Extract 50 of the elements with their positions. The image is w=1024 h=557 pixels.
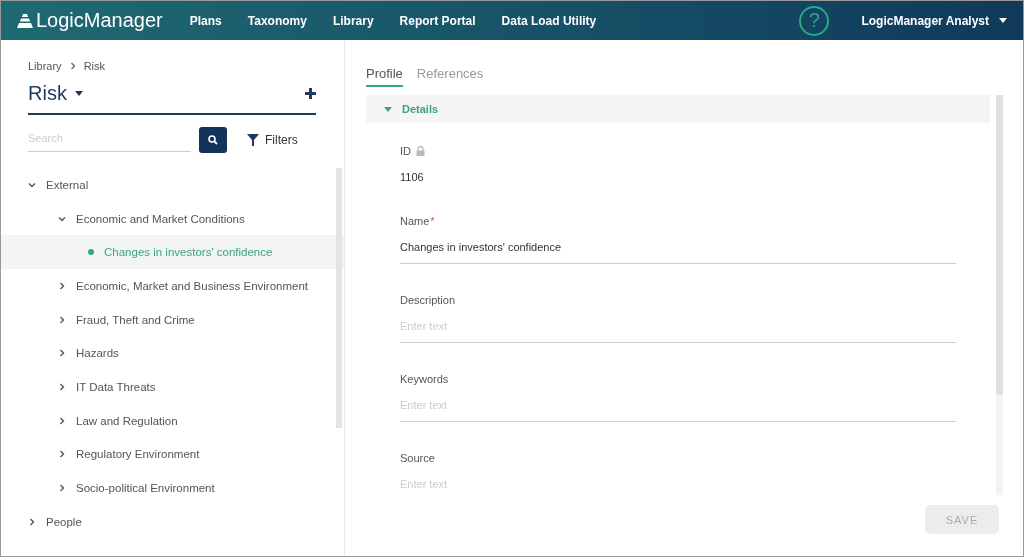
- nav-link[interactable]: Data Load Utility: [488, 13, 610, 28]
- caret-icon[interactable]: [999, 18, 1007, 23]
- tree-item[interactable]: Hazards: [1, 336, 344, 371]
- nav-link[interactable]: Report Portal: [386, 13, 489, 28]
- plus-icon[interactable]: [305, 88, 316, 99]
- field-label: Name: [400, 215, 430, 227]
- search-button[interactable]: [199, 127, 227, 153]
- tree-item[interactable]: Economic, Market and Business Environment: [1, 269, 344, 303]
- tree-item[interactable]: Economic and Market Conditions: [1, 201, 344, 236]
- tree-item[interactable]: Law and Regulation: [1, 403, 344, 438]
- tree-item[interactable]: Socio-political Environment: [1, 471, 344, 505]
- filters-button[interactable]: Filters: [241, 132, 304, 148]
- nav-link[interactable]: Taxonomy: [234, 13, 320, 28]
- bullet-icon: [88, 249, 94, 256]
- library-title[interactable]: Risk: [28, 82, 67, 105]
- caret-icon[interactable]: [74, 91, 83, 96]
- scrollbar[interactable]: [996, 95, 1003, 495]
- tree-item[interactable]: External: [1, 168, 344, 202]
- filter-icon: [247, 134, 259, 146]
- help-button[interactable]: ?: [799, 5, 830, 36]
- field-label: Description: [400, 294, 456, 306]
- chevron-right-icon[interactable]: [58, 349, 66, 358]
- tree-item[interactable]: Regulatory Environment: [1, 437, 344, 472]
- field-label: Keywords: [400, 373, 449, 385]
- field-label: Source: [400, 452, 435, 464]
- search-icon: [208, 135, 218, 145]
- field-value: 1106: [400, 171, 425, 183]
- chevron-right-icon[interactable]: [58, 382, 66, 391]
- tree-item[interactable]: Fraud, Theft and Crime: [1, 302, 344, 337]
- breadcrumb-link[interactable]: Library: [28, 60, 62, 72]
- tree-item[interactable]: People: [1, 504, 344, 539]
- user-menu[interactable]: LogicManager Analyst: [861, 13, 989, 28]
- chevron-right-icon[interactable]: [58, 281, 66, 290]
- chevron-down-icon[interactable]: [28, 180, 36, 189]
- chevron-right-icon[interactable]: [28, 517, 36, 526]
- scrollbar[interactable]: [336, 168, 342, 428]
- tab[interactable]: Profile: [366, 66, 403, 87]
- chevron-right-icon[interactable]: [58, 450, 66, 459]
- breadcrumb-current: Risk: [83, 60, 105, 72]
- nav-link[interactable]: Plans: [176, 13, 235, 28]
- chevron-right-icon[interactable]: [58, 315, 66, 324]
- chevron-right-icon[interactable]: [58, 484, 66, 493]
- chevron-down-icon[interactable]: [58, 214, 66, 223]
- pyramid-icon: [17, 13, 33, 28]
- tree-item[interactable]: IT Data Threats: [1, 370, 344, 404]
- chevron-right-icon: [69, 62, 76, 70]
- required-marker: *: [430, 215, 435, 227]
- field-label: ID: [400, 145, 411, 157]
- chevron-right-icon[interactable]: [58, 416, 66, 425]
- nav-link[interactable]: Library: [319, 13, 387, 28]
